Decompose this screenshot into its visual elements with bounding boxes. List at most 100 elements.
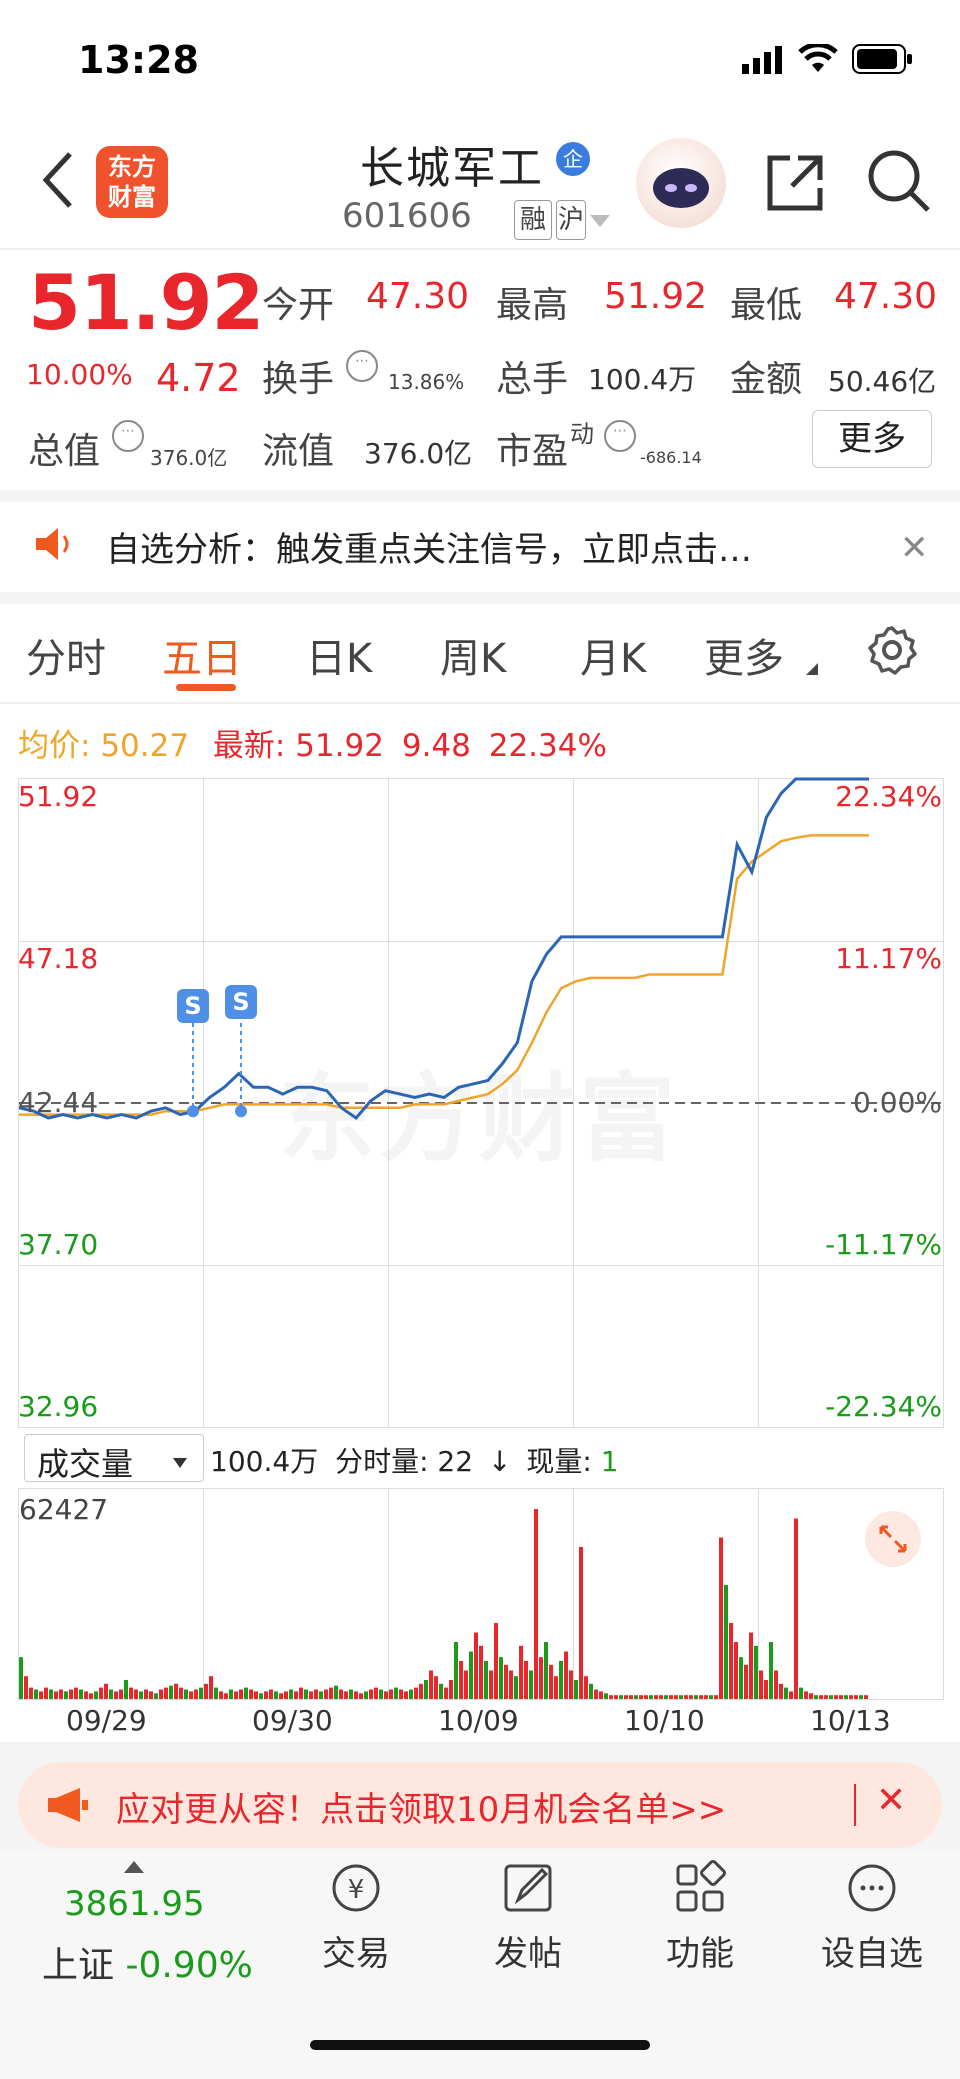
amount-label: 金额	[730, 359, 803, 400]
period-volume-value: 22	[437, 1445, 474, 1478]
promo-text: 应对更从容！点击领取10月机会名单>>	[116, 1790, 727, 1830]
tab-daily-k[interactable]: 日K	[306, 626, 372, 684]
volume-bar	[619, 1695, 623, 1699]
nav-post[interactable]: 发帖	[458, 1858, 598, 1975]
volume-bar	[404, 1691, 408, 1699]
nav-functions-label: 功能	[666, 1934, 734, 1974]
back-icon[interactable]	[38, 150, 78, 214]
volume-bar	[559, 1661, 563, 1699]
search-icon[interactable]	[866, 148, 932, 218]
volume-bar	[529, 1670, 533, 1699]
volume-bar	[394, 1687, 398, 1699]
volume-bar	[539, 1657, 543, 1699]
turnover-value: 13.86%	[388, 370, 465, 394]
alert-close-icon[interactable]: ✕	[900, 528, 929, 568]
mktcap-info-icon[interactable]: ⋯	[112, 420, 144, 452]
volume-chart[interactable]: 62427	[18, 1488, 944, 1700]
promo-banner[interactable]: 应对更从容！点击领取10月机会名单>> ✕	[18, 1762, 942, 1848]
volume-bar	[349, 1689, 353, 1699]
wifi-icon	[798, 42, 838, 78]
volume-bar	[284, 1691, 288, 1699]
avg-value: 50.27	[100, 728, 190, 764]
volume-bar	[694, 1695, 698, 1699]
volume-bar	[684, 1695, 688, 1699]
volume-bar	[319, 1691, 323, 1699]
nav-add-watchlist[interactable]: 设自选	[802, 1858, 942, 1975]
volume-bar	[144, 1689, 148, 1699]
volume-bar	[829, 1695, 833, 1699]
nav-functions[interactable]: 功能	[630, 1858, 770, 1975]
nav-trade[interactable]: ¥ 交易	[286, 1858, 426, 1975]
volume-max-label: 62427	[19, 1493, 109, 1526]
volume-bar	[489, 1670, 493, 1699]
yen-exchange-icon: ¥	[286, 1858, 426, 1918]
volume-bar	[89, 1693, 93, 1699]
volume-bar	[109, 1689, 113, 1699]
volume-bar	[334, 1685, 338, 1699]
pe-sup: 动	[570, 420, 594, 448]
expand-icon[interactable]	[865, 1511, 921, 1567]
volume-bar	[579, 1547, 583, 1699]
tab-more[interactable]: 更多	[704, 626, 784, 684]
index-summary[interactable]: 上证 -0.90%	[42, 1936, 253, 1988]
volume-bar	[24, 1676, 28, 1699]
price-chart[interactable]: 东方财富 S S	[18, 777, 944, 1428]
volume-bar	[429, 1670, 433, 1699]
volume-bar	[814, 1695, 818, 1699]
signal-marker-2[interactable]: S	[225, 985, 257, 1019]
volume-bar	[839, 1695, 843, 1699]
volume-bar	[644, 1695, 648, 1699]
signal-marker-1[interactable]: S	[177, 989, 209, 1023]
volume-bar	[484, 1661, 488, 1699]
volume-bar	[629, 1695, 633, 1699]
svg-text:¥: ¥	[348, 1875, 365, 1905]
tab-more-caret-icon	[806, 660, 818, 679]
volume-indicator-select[interactable]: 成交量	[24, 1434, 204, 1483]
edit-icon	[458, 1858, 598, 1918]
tab-weekly-k[interactable]: 周K	[440, 626, 506, 684]
volume-bar	[494, 1623, 498, 1699]
volume-bar	[154, 1693, 158, 1699]
volume-bar	[789, 1691, 793, 1699]
volume-stats: 100.4万 分时量: 22 ↓ 现量: 1	[210, 1440, 619, 1480]
logo-text-2: 财富	[108, 183, 156, 211]
volume-bar	[794, 1518, 798, 1699]
tab-monthly-k[interactable]: 月K	[580, 626, 646, 684]
more-button[interactable]: 更多	[812, 410, 932, 468]
tab-five-day[interactable]: 五日	[162, 626, 242, 684]
assistant-robot-icon[interactable]	[636, 138, 726, 228]
volume-bar	[799, 1687, 803, 1699]
alert-text[interactable]: 自选分析：触发重点关注信号，立即点击…	[106, 522, 752, 571]
index-value[interactable]: 3861.95	[64, 1884, 205, 1924]
volume-bar	[269, 1689, 273, 1699]
mktcap-value: 376.0亿	[150, 446, 228, 470]
promo-close-icon[interactable]: ✕	[876, 1780, 906, 1821]
volume-bar	[769, 1642, 773, 1699]
volume-bar	[474, 1632, 478, 1699]
volume-bar	[434, 1676, 438, 1699]
signal-dot-1	[187, 1105, 199, 1118]
volume-bar	[519, 1645, 523, 1699]
volume-bar	[614, 1695, 618, 1699]
volume-bar	[419, 1683, 423, 1699]
x-label-1: 09/30	[252, 1704, 333, 1737]
tag-dropdown-icon[interactable]	[590, 212, 610, 231]
pe-info-icon[interactable]: ⋯	[604, 420, 636, 452]
turnover-info-icon[interactable]: ⋯	[346, 350, 378, 382]
volume-bar	[254, 1691, 258, 1699]
volume-bar	[249, 1689, 253, 1699]
turnover-label: 换手	[262, 359, 335, 400]
current-volume-value: 1	[600, 1445, 619, 1478]
current-price: 51.92	[28, 258, 264, 347]
series-line-avg	[19, 834, 869, 1116]
index-change: -0.90%	[125, 1945, 253, 1986]
diff-pct: 22.34%	[488, 728, 607, 764]
chevron-down-icon	[173, 1453, 187, 1472]
settings-gear-icon[interactable]	[866, 624, 918, 680]
volume-bar	[274, 1691, 278, 1699]
tab-intraday[interactable]: 分时	[26, 626, 106, 684]
volume-bar	[714, 1695, 718, 1699]
x-label-0: 09/29	[66, 1704, 147, 1737]
share-icon[interactable]	[764, 150, 828, 218]
volume-bar	[49, 1689, 53, 1699]
